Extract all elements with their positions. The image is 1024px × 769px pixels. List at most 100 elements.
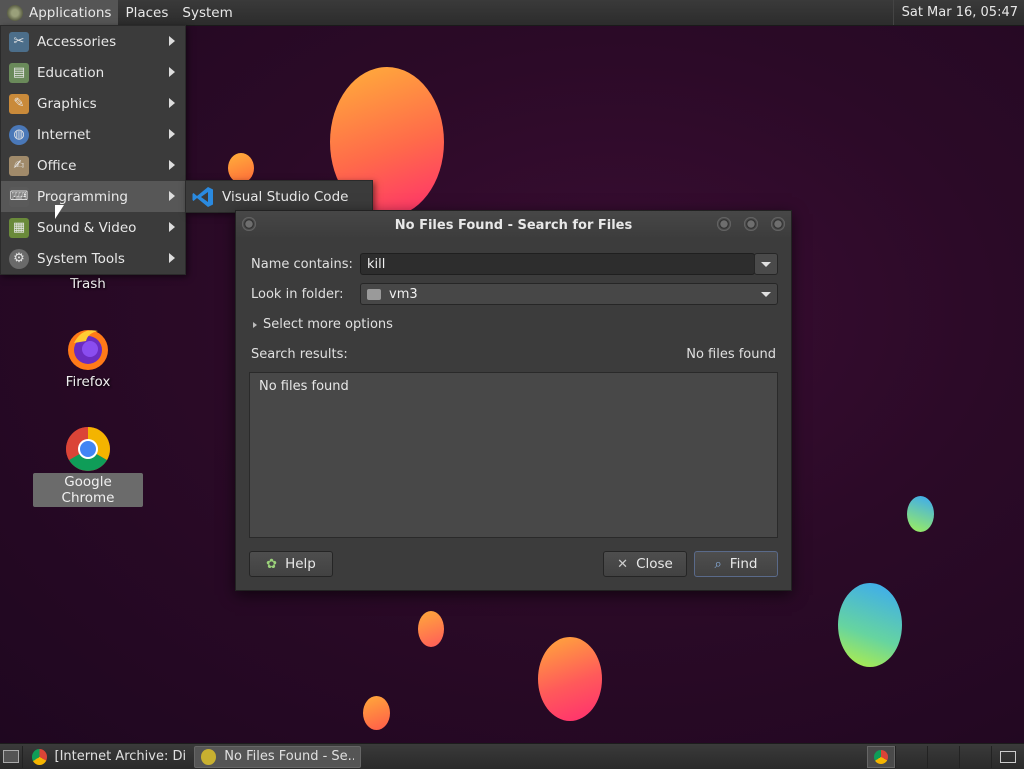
find-button-label: Find [729, 556, 758, 572]
globe-icon: ◍ [9, 124, 29, 145]
menu-item-system-tools[interactable]: ⚙ System Tools [1, 243, 185, 274]
chevron-down-icon [761, 292, 771, 297]
show-desktop-icon [3, 750, 19, 763]
show-desktop-button[interactable] [0, 745, 23, 768]
submenu-item-label: Visual Studio Code [222, 188, 349, 205]
name-contains-label: Name contains: [251, 257, 353, 272]
close-button[interactable]: ✕ Close [603, 551, 687, 577]
select-more-options-label: Select more options [263, 317, 393, 332]
menu-item-internet[interactable]: ◍ Internet [1, 119, 185, 150]
graphics-icon: ✎ [9, 93, 29, 114]
desktop-icon-google-chrome[interactable]: Google Chrome [33, 425, 143, 507]
search-results-status-text: No files found [686, 347, 776, 362]
find-button[interactable]: ⌕ Find [694, 551, 778, 577]
window-menu-button[interactable] [242, 217, 256, 231]
tray-chrome-icon[interactable] [867, 745, 895, 768]
taskbar-item-label: [Internet Archive: Di... [54, 749, 186, 764]
wallpaper-orange-dot [228, 153, 254, 183]
submenu-arrow-icon [169, 191, 175, 201]
workspace-2[interactable] [927, 745, 959, 768]
window-list-icon [1000, 750, 1016, 763]
menu-item-label: Education [37, 64, 105, 81]
dialog-title: No Files Found - Search for Files [394, 217, 633, 233]
menu-item-programming[interactable]: ⌨ Programming [1, 181, 185, 212]
menu-item-graphics[interactable]: ✎ Graphics [1, 88, 185, 119]
workspace-3[interactable] [959, 745, 991, 768]
wallpaper-pink-dot [418, 611, 444, 647]
look-in-folder-select[interactable]: vm3 [360, 283, 778, 305]
wallpaper-blue-dot [907, 496, 934, 532]
applications-menu-label: Applications [29, 4, 112, 21]
menu-item-label: Accessories [37, 33, 117, 50]
select-more-options-expander[interactable]: Select more options [253, 317, 393, 332]
taskbar-item-search-for-files[interactable]: No Files Found - Se... [194, 745, 361, 768]
name-history-dropdown-button[interactable] [754, 253, 778, 275]
search-results-header: Search results: [251, 347, 348, 362]
sound-video-icon: ▦ [9, 217, 29, 238]
submenu-arrow-icon [169, 160, 175, 170]
search-tool-icon [201, 748, 217, 765]
search-icon: ⌕ [714, 556, 722, 572]
top-panel: Applications Places System Sat Mar 16, 0… [0, 0, 1024, 26]
chevron-down-icon [761, 261, 771, 267]
menu-item-label: Programming [37, 188, 128, 205]
workspace-1[interactable] [895, 745, 927, 768]
name-contains-input[interactable]: kill [360, 253, 755, 275]
menu-item-label: System Tools [37, 250, 125, 267]
desktop-icon-firefox[interactable]: Firefox [33, 325, 143, 391]
show-window-list-button[interactable] [991, 745, 1024, 768]
chrome-icon [32, 748, 47, 765]
name-contains-value: kill [367, 256, 386, 272]
search-results-list[interactable]: No files found [249, 372, 778, 538]
places-menu-label: Places [125, 4, 169, 21]
menu-item-sound-video[interactable]: ▦ Sound & Video [1, 212, 185, 243]
menu-item-label: Graphics [37, 95, 97, 112]
desktop-icon-label: Trash [70, 276, 106, 292]
maximize-button[interactable] [744, 217, 758, 231]
look-in-folder-label: Look in folder: [251, 287, 344, 302]
chrome-icon [874, 749, 888, 764]
desktop-icon-trash[interactable]: Trash [33, 275, 143, 293]
taskbar-item-label: No Files Found - Se... [224, 749, 354, 764]
menu-item-accessories[interactable]: ✂ Accessories [1, 26, 185, 57]
menu-item-label: Office [37, 157, 77, 174]
system-menu-label: System [182, 4, 233, 21]
minimize-button[interactable] [717, 217, 731, 231]
taskbar-item-internet-archive[interactable]: [Internet Archive: Di... [26, 746, 191, 768]
search-results-label: Search results: [251, 347, 348, 362]
submenu-arrow-icon [169, 98, 175, 108]
applications-menu-button[interactable]: Applications [0, 0, 119, 25]
menu-item-office[interactable]: ✍ Office [1, 150, 185, 181]
system-tray [867, 745, 1024, 768]
clock[interactable]: Sat Mar 16, 05:47 [892, 0, 1024, 25]
chrome-icon [64, 425, 112, 473]
home-folder-icon [367, 288, 381, 300]
system-menu-button[interactable]: System [175, 0, 239, 25]
accessories-icon: ✂ [9, 31, 29, 52]
submenu-item-vscode[interactable]: Visual Studio Code [192, 186, 348, 208]
submenu-arrow-icon [169, 129, 175, 139]
help-button[interactable]: ✿ Help [249, 551, 333, 577]
gear-icon: ⚙ [9, 248, 29, 269]
menu-item-label: Internet [37, 126, 91, 143]
close-window-button[interactable] [771, 217, 785, 231]
wallpaper-blue-blob [838, 583, 902, 667]
wallpaper-pink-dot-small [363, 696, 390, 730]
search-for-files-dialog: No Files Found - Search for Files Name c… [235, 210, 792, 591]
submenu-arrow-icon [169, 36, 175, 46]
mouse-cursor-icon [55, 205, 64, 219]
programming-submenu: Visual Studio Code [185, 180, 373, 213]
desktop-icon-label: Firefox [65, 374, 111, 390]
dialog-titlebar[interactable]: No Files Found - Search for Files [236, 211, 791, 239]
bottom-panel: [Internet Archive: Di... No Files Found … [0, 743, 1024, 769]
search-results-status: No files found [686, 347, 776, 362]
places-menu-button[interactable]: Places [118, 0, 175, 25]
education-icon: ▤ [9, 62, 29, 83]
close-icon: ✕ [617, 556, 629, 572]
help-icon: ✿ [266, 556, 278, 572]
help-button-label: Help [285, 556, 316, 572]
menu-item-education[interactable]: ▤ Education [1, 57, 185, 88]
look-in-folder-value: vm3 [389, 286, 418, 302]
search-results-empty-text: No files found [259, 379, 349, 394]
office-icon: ✍ [9, 155, 29, 176]
